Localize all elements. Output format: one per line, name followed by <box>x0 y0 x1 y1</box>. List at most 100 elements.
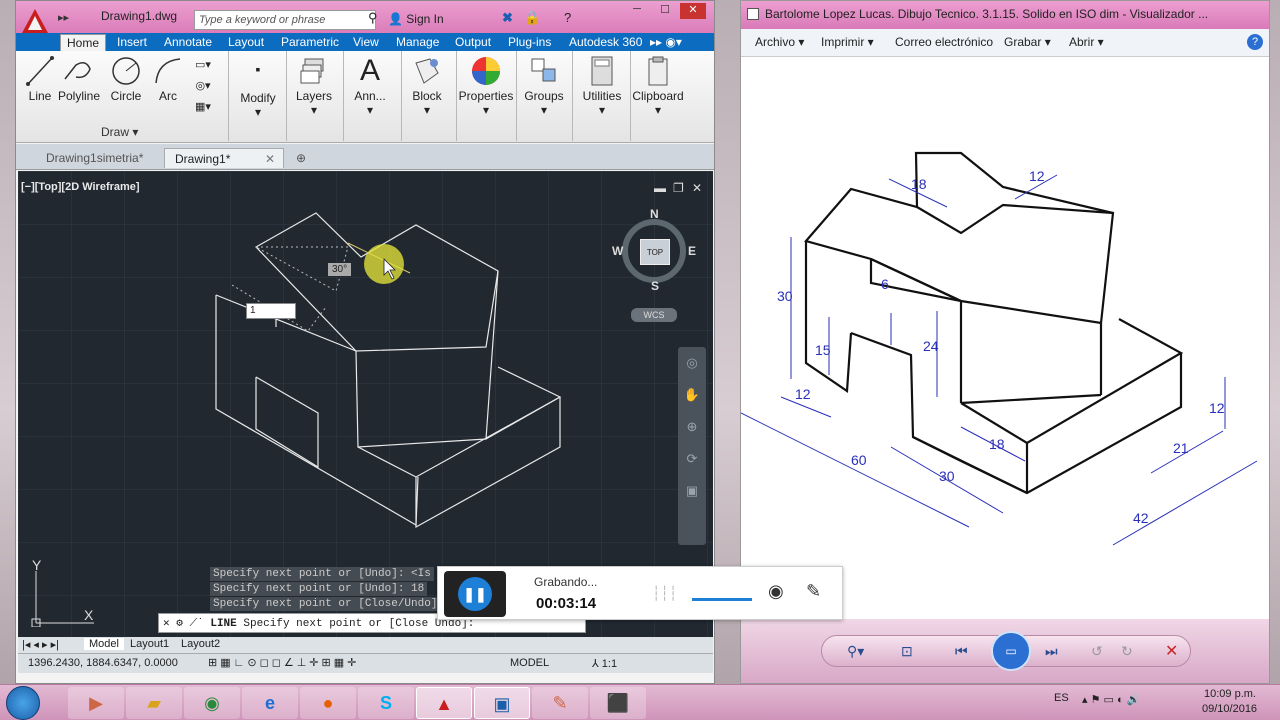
tab-layout1[interactable]: Layout1 <box>130 638 169 650</box>
draw-small-tools[interactable]: ▭▾ ◎▾ ▦▾ <box>188 55 218 118</box>
block-panel-button[interactable]: Block ▾ <box>406 55 448 117</box>
next-icon[interactable]: ⏭ <box>1045 643 1058 660</box>
zoom-icon[interactable]: ⊕ <box>678 411 706 443</box>
viewcube[interactable]: TOP N S W E <box>612 207 696 293</box>
tab-output[interactable]: Output <box>449 34 497 51</box>
tab-home[interactable]: Home <box>60 34 107 51</box>
clipboard-panel-button[interactable]: Clipboard ▾ <box>632 55 684 117</box>
ribbon-panel: Line Polyline Circle Arc ▭▾ ◎▾ ▦▾ Draw ▾ ▪… <box>16 51 714 143</box>
tab-model[interactable]: Model <box>84 638 124 650</box>
volume-slider[interactable] <box>692 598 752 601</box>
taskbar-explorer[interactable]: ▰ <box>126 687 182 719</box>
taskbar-skype[interactable]: S <box>358 687 414 719</box>
tab-insert[interactable]: Insert <box>111 34 153 51</box>
taskbar-paint[interactable]: ✎ <box>532 687 588 719</box>
ellipse-icon[interactable]: ◎▾ <box>188 76 218 97</box>
help-icon[interactable]: ? <box>564 10 571 25</box>
clock-time[interactable]: 10:09 p.m. <box>1204 688 1256 700</box>
pan-icon[interactable]: ✋ <box>678 379 706 411</box>
actual-size-icon[interactable]: ⊡ <box>901 643 913 660</box>
autocad-logo-icon[interactable] <box>20 7 50 35</box>
delete-icon[interactable]: ✕ <box>1165 641 1178 661</box>
tab-plugins[interactable]: Plug-ins <box>502 34 557 51</box>
doc-tab-drawing1[interactable]: Drawing1* ✕ <box>164 148 284 168</box>
navigation-bar[interactable]: ◎ ✋ ⊕ ⟳ ▣ <box>678 347 706 545</box>
taskbar-autocad[interactable]: ▲ <box>416 687 472 719</box>
steering-wheel-icon[interactable]: ◎ <box>678 347 706 379</box>
tab-annotate[interactable]: Annotate <box>158 34 218 51</box>
pause-button[interactable]: ❚❚ <box>444 571 506 617</box>
lock-icon[interactable]: 🔒 <box>524 10 540 26</box>
exchange-icon[interactable]: ✖ <box>502 10 513 26</box>
slideshow-button[interactable]: ▭ <box>991 631 1031 671</box>
rotate-right-icon[interactable]: ↻ <box>1121 643 1133 660</box>
rectangle-icon[interactable]: ▭▾ <box>188 55 218 76</box>
circle-tool-button[interactable]: Circle <box>108 55 144 103</box>
layout-nav-icons[interactable]: |◂ ◂ ▸ ▸| <box>22 638 59 651</box>
menu-archivo[interactable]: Archivo ▾ <box>755 35 804 49</box>
modify-panel-button[interactable]: ▪ Modify ▾ <box>234 61 282 119</box>
search-input[interactable]: Type a keyword or phrase <box>194 10 376 30</box>
tab-manage[interactable]: Manage <box>390 34 445 51</box>
minimize-button[interactable]: ─ <box>624 3 650 19</box>
rotate-left-icon[interactable]: ↺ <box>1091 643 1103 660</box>
status-toggles[interactable]: ⊞▦∟⊙◻◻∠⊥✛⊞▦✛ <box>208 656 359 669</box>
tab-view[interactable]: View <box>347 34 385 51</box>
compass-east[interactable]: E <box>688 244 696 258</box>
help-icon[interactable]: ? <box>1247 34 1263 50</box>
compass-west[interactable]: W <box>612 244 623 258</box>
previous-icon[interactable]: ⏮ <box>955 643 968 660</box>
annotation-scale[interactable]: ⅄ 1:1 <box>592 657 617 670</box>
tab-autodesk-360[interactable]: Autodesk 360 <box>563 34 648 51</box>
close-tab-icon[interactable]: ✕ <box>265 152 275 166</box>
maximize-button[interactable]: ☐ <box>652 3 678 19</box>
sign-in-button[interactable]: 👤 Sign In <box>388 12 444 26</box>
zoom-icon[interactable]: ⚲▾ <box>847 643 864 660</box>
layers-panel-button[interactable]: Layers ▾ <box>292 55 336 117</box>
taskbar-photo-viewer[interactable]: ▣ <box>474 687 530 719</box>
menu-abrir[interactable]: Abrir ▾ <box>1069 35 1104 49</box>
taskbar-recorder[interactable]: ⬛ <box>590 687 646 719</box>
dynamic-input-field[interactable]: 1 <box>246 303 296 319</box>
taskbar-ie[interactable]: e <box>242 687 298 719</box>
doc-tab-drawing1simetria[interactable]: Drawing1simetria* <box>36 148 153 168</box>
tray-icons[interactable]: ▴ ⚑ ▭ ◐ 🔊 <box>1082 693 1140 706</box>
arc-tool-button[interactable]: Arc <box>150 55 186 103</box>
binoculars-icon[interactable]: ⚲ <box>368 10 378 26</box>
wcs-menu[interactable]: WCS <box>631 308 677 322</box>
webcam-icon[interactable]: ◉ <box>768 581 784 602</box>
language-indicator[interactable]: ES <box>1054 692 1069 704</box>
compass-south[interactable]: S <box>651 279 659 293</box>
groups-panel-button[interactable]: Groups ▾ <box>520 55 568 117</box>
tab-layout[interactable]: Layout <box>222 34 270 51</box>
orbit-icon[interactable]: ⟳ <box>678 443 706 475</box>
taskbar-media-player[interactable]: ▶ <box>68 687 124 719</box>
new-tab-icon[interactable]: ⊕ <box>286 148 316 168</box>
pen-icon[interactable]: ✎ <box>806 581 821 602</box>
clock-date[interactable]: 09/10/2016 <box>1202 703 1257 715</box>
polyline-tool-button[interactable]: Polyline <box>56 55 102 103</box>
hatch-icon[interactable]: ▦▾ <box>188 97 218 118</box>
menu-correo[interactable]: Correo electrónico <box>895 35 993 49</box>
line-tool-button[interactable]: Line <box>22 55 58 103</box>
taskbar-chrome[interactable]: ◉ <box>184 687 240 719</box>
command-close-icon[interactable]: ✕ ⚙ ⟋˙ <box>163 618 204 630</box>
close-button[interactable]: ✕ <box>680 3 706 19</box>
compass-north[interactable]: N <box>650 207 659 221</box>
taskbar-firefox[interactable]: ● <box>300 687 356 719</box>
start-button[interactable] <box>6 686 40 720</box>
annotation-panel-button[interactable]: A Ann... ▾ <box>348 55 392 118</box>
tab-parametric[interactable]: Parametric <box>275 34 345 51</box>
showmotion-icon[interactable]: ▣ <box>678 475 706 507</box>
menu-imprimir[interactable]: Imprimir ▾ <box>821 35 874 49</box>
draw-panel-label[interactable]: Draw ▾ <box>101 125 138 139</box>
tab-layout2[interactable]: Layout2 <box>181 638 220 650</box>
menu-grabar[interactable]: Grabar ▾ <box>1004 35 1051 49</box>
quick-access-toolbar[interactable]: ▸▸ <box>58 11 69 24</box>
properties-panel-button[interactable]: Properties ▾ <box>458 55 514 117</box>
tabs-overflow-icon[interactable]: ▸▸ ◉▾ <box>644 34 688 51</box>
viewcube-top-face[interactable]: TOP <box>640 239 670 265</box>
model-space-button[interactable]: MODEL <box>510 657 549 669</box>
utilities-panel-button[interactable]: Utilities ▾ <box>576 55 628 117</box>
viewer-title: Bartolome Lopez Lucas. Dibujo Tecnico. 3… <box>765 7 1209 21</box>
